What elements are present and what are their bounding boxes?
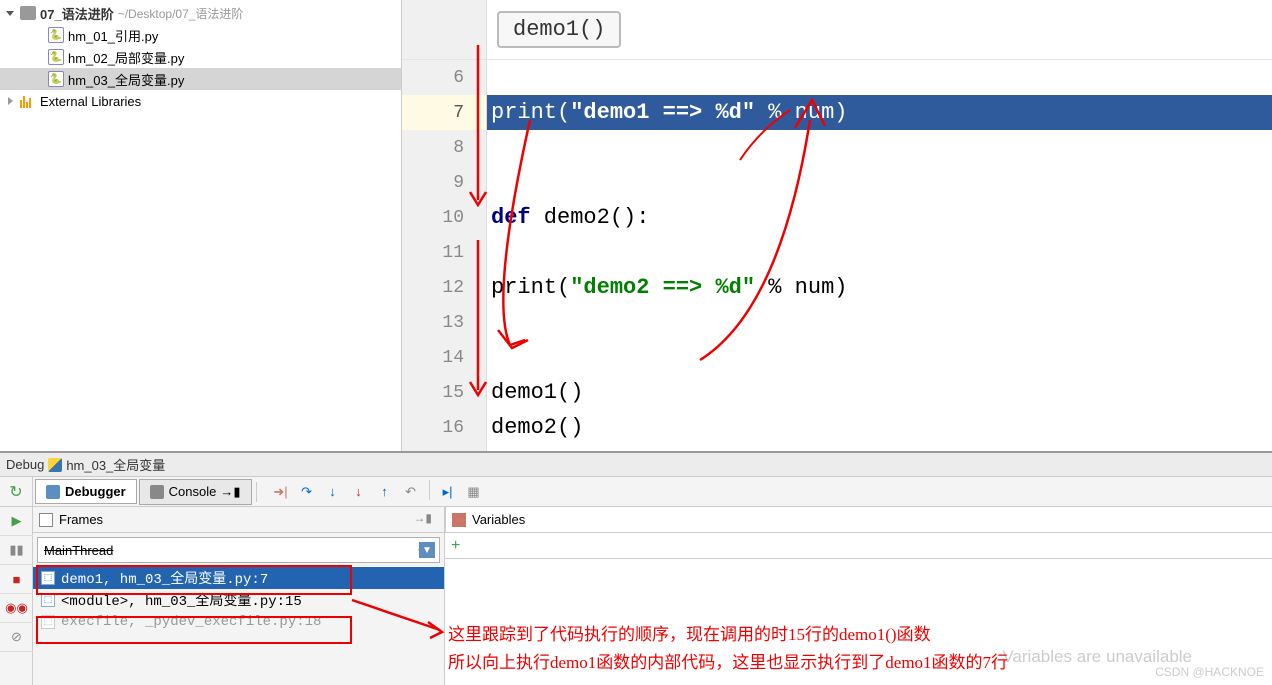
context-hint: demo1() (497, 11, 621, 48)
variables-label: Variables (472, 512, 525, 527)
annotation-text-1: 这里跟踪到了代码执行的顺序，现在调用的时15行的demo1()函数 (448, 620, 931, 645)
vars-unavailable-text: Variables are unavailable (1002, 647, 1192, 667)
breadcrumb-hint: demo1() (487, 0, 1272, 60)
minimize-icon[interactable]: →▮ (413, 511, 432, 525)
thread-selector[interactable]: MainThread ▼ (37, 537, 440, 563)
code-line (487, 60, 1272, 95)
step-over-icon[interactable]: ↷ (295, 480, 319, 504)
prev-frame-icon[interactable]: ↑ (416, 543, 423, 559)
frames-panel: Frames →▮ MainThread ▼ ↑ ↓ ⬚ demo1, hm_0… (33, 507, 445, 685)
line-number: 11 (402, 235, 486, 270)
file-item[interactable]: 🐍 hm_01_引用.py (0, 24, 401, 46)
evaluate-icon[interactable]: ▦ (462, 480, 486, 504)
annotation-box (36, 616, 352, 644)
code-area[interactable]: demo1() print("demo1 ==> %d" % num) def … (487, 0, 1272, 451)
line-number: 16 (402, 410, 486, 445)
view-breakpoints-icon[interactable]: ◉◉ (0, 594, 33, 623)
variables-icon (452, 513, 466, 527)
line-number: 15 (402, 375, 486, 410)
console-icon (150, 485, 164, 499)
code-line (487, 235, 1272, 270)
code-editor[interactable]: 6 7 8 9 10 11 12 13 14 15 16 demo1() pri… (402, 0, 1272, 451)
debug-header: Debug hm_03_全局变量 (0, 453, 1272, 477)
code-line (487, 305, 1272, 340)
line-number-current: 7 (402, 95, 486, 130)
step-out-icon[interactable]: ↑ (373, 480, 397, 504)
gutter: 6 7 8 9 10 11 12 13 14 15 16 (402, 0, 487, 451)
step-into-icon[interactable]: ↓ (321, 480, 345, 504)
library-icon (20, 94, 36, 108)
code-line: print("demo2 ==> %d" % num) (487, 270, 1272, 305)
external-label: External Libraries (40, 94, 141, 109)
tab-debugger[interactable]: Debugger (35, 479, 137, 504)
debug-toolbar: ↻ Debugger Console →▮ ➜| ↷ ↓ ↓ ↑ ↶ ▸| ▦ (0, 477, 1272, 507)
code-line (487, 130, 1272, 165)
next-frame-icon[interactable]: ↓ (427, 543, 434, 559)
file-item-selected[interactable]: 🐍 hm_03_全局变量.py (0, 68, 401, 90)
tab-console[interactable]: Console →▮ (139, 479, 252, 505)
external-libraries[interactable]: External Libraries (0, 90, 401, 112)
line-number: 14 (402, 340, 486, 375)
folder-icon (20, 6, 36, 20)
code-line (487, 165, 1272, 200)
file-name: hm_01_引用.py (68, 26, 158, 45)
python-file-icon: 🐍 (48, 27, 64, 43)
annotation-box (36, 565, 352, 595)
code-line (487, 340, 1272, 375)
step-controls: ➜| ↷ ↓ ↓ ↑ ↶ ▸| ▦ (269, 480, 486, 504)
code-line-executing: print("demo1 ==> %d" % num) (487, 95, 1272, 130)
file-name: hm_03_全局变量.py (68, 70, 184, 89)
mute-breakpoints-icon[interactable]: ⊘ (0, 623, 33, 652)
annotation-text-2: 所以向上执行demo1函数的内部代码，这里也显示执行到了demo1函数的7行 (448, 648, 1008, 673)
python-icon (48, 458, 62, 472)
frames-icon (39, 513, 53, 527)
add-watch-icon[interactable]: + (451, 537, 460, 555)
file-name: hm_02_局部变量.py (68, 48, 184, 67)
file-item[interactable]: 🐍 hm_02_局部变量.py (0, 46, 401, 68)
chevron-down-icon[interactable] (4, 7, 16, 19)
code-line: demo2() (487, 410, 1272, 445)
python-file-icon: 🐍 (48, 71, 64, 87)
force-step-into-icon[interactable]: ↓ (347, 480, 371, 504)
debug-label: Debug (6, 457, 44, 472)
chevron-right-icon[interactable] (4, 95, 16, 107)
frames-header: Frames →▮ (33, 507, 444, 533)
line-number: 10 (402, 200, 486, 235)
line-number: 13 (402, 305, 486, 340)
stop-icon[interactable]: ■ (0, 565, 33, 594)
drop-frame-icon[interactable]: ↶ (399, 480, 423, 504)
project-path: ~/Desktop/07_语法进阶 (118, 5, 244, 22)
debugger-icon (46, 485, 60, 499)
line-number: 6 (402, 60, 486, 95)
frames-label: Frames (59, 512, 103, 527)
show-execution-icon[interactable]: ➜| (269, 480, 293, 504)
watermark: CSDN @HACKNOE (1155, 665, 1264, 679)
line-number: 12 (402, 270, 486, 305)
debug-file: hm_03_全局变量 (66, 455, 165, 474)
rerun-icon[interactable]: ↻ (9, 482, 22, 502)
line-number: 9 (402, 165, 486, 200)
code-line: demo1() (487, 375, 1272, 410)
project-sidebar[interactable]: 07_语法进阶 ~/Desktop/07_语法进阶 🐍 hm_01_引用.py … (0, 0, 402, 451)
line-number: 8 (402, 130, 486, 165)
frame-icon: ⬚ (41, 593, 55, 607)
run-to-cursor-icon[interactable]: ▸| (436, 480, 460, 504)
project-name: 07_语法进阶 (40, 4, 114, 23)
variables-header: Variables (445, 507, 1272, 533)
pause-icon[interactable]: ▮▮ (0, 536, 33, 565)
resume-icon[interactable]: ▶ (0, 507, 33, 536)
project-root[interactable]: 07_语法进阶 ~/Desktop/07_语法进阶 (0, 2, 401, 24)
python-file-icon: 🐍 (48, 49, 64, 65)
code-line: def demo2(): (487, 200, 1272, 235)
